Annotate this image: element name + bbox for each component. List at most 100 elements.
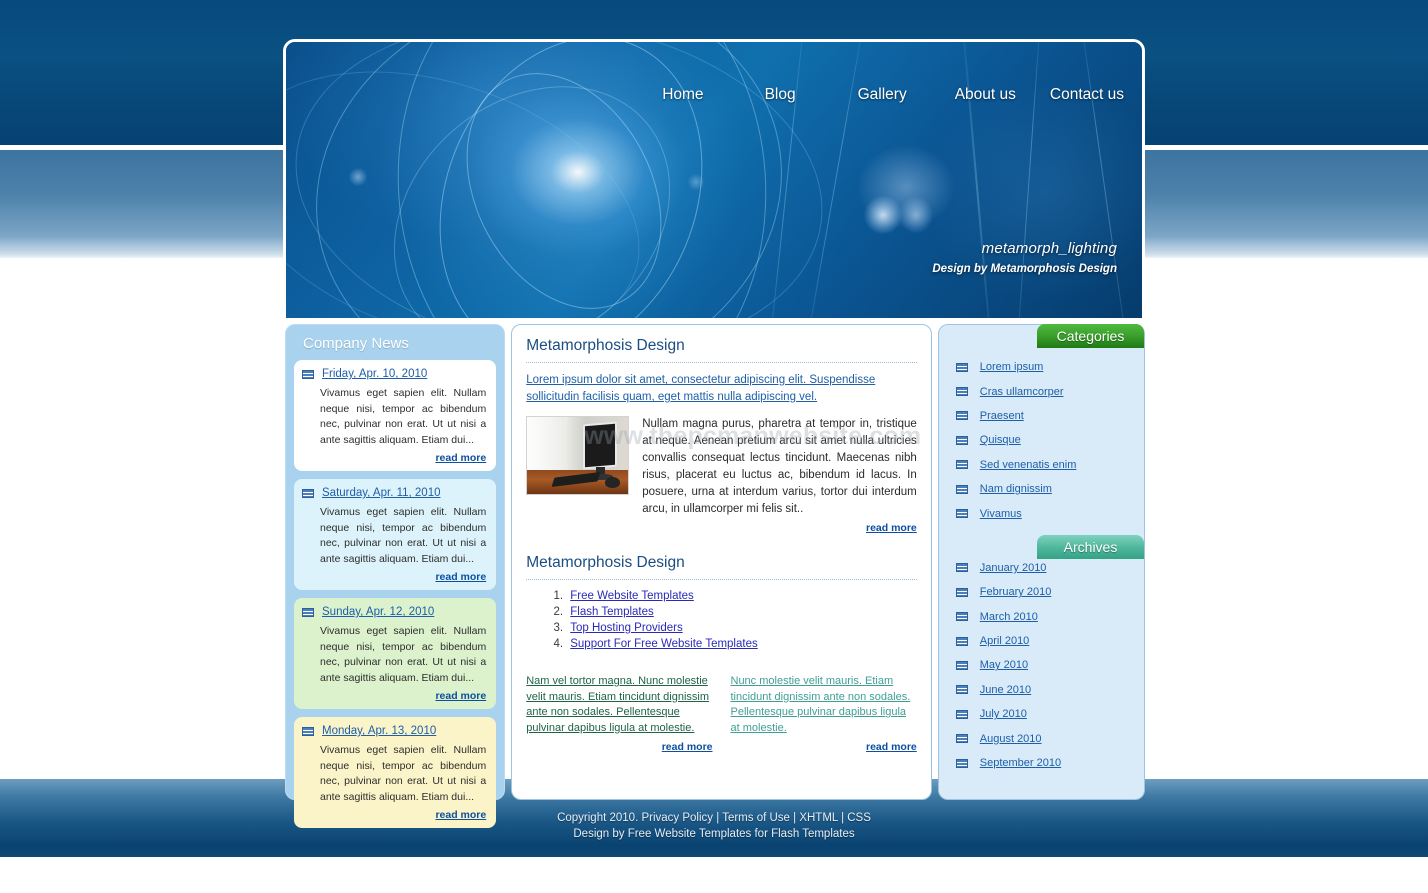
list-item[interactable]: May 2010 <box>939 653 1144 677</box>
nav-item-gallery[interactable]: Gallery <box>858 86 907 104</box>
category-link[interactable]: Quisque <box>980 434 1021 446</box>
archive-link[interactable]: January 2010 <box>980 562 1047 574</box>
teaser-text-left[interactable]: Nam vel tortor magna. Nunc molestie veli… <box>526 674 712 736</box>
list-item[interactable]: February 2010 <box>939 580 1144 604</box>
list-item[interactable]: Top Hosting Providers <box>566 621 917 636</box>
nav-item-about-us[interactable]: About us <box>955 86 1016 104</box>
news-item[interactable]: Saturday, Apr. 11, 2010 Vivamus eget sap… <box>294 479 497 590</box>
list-item[interactable]: June 2010 <box>939 678 1144 702</box>
category-link[interactable]: Lorem ipsum <box>980 361 1044 373</box>
news-item-text: Vivamus eget sapien elit. Nullam neque n… <box>320 744 487 803</box>
list-bullet-icon <box>955 734 968 744</box>
archive-link[interactable]: September 2010 <box>980 757 1061 769</box>
list-item[interactable]: September 2010 <box>939 751 1144 775</box>
teaser-read-more-right[interactable]: read more <box>731 741 917 753</box>
list-item[interactable]: Cras ullamcorper <box>939 379 1144 403</box>
news-item[interactable]: Friday, Apr. 10, 2010 Vivamus eget sapie… <box>294 360 497 471</box>
footer-copyright-line[interactable]: Copyright 2010. Privacy Policy | Terms o… <box>0 810 1428 826</box>
category-link[interactable]: Sed venenatis enim <box>980 459 1077 471</box>
list-item[interactable]: Nam dignissim <box>939 477 1144 501</box>
list-bullet-icon <box>955 587 968 597</box>
news-item[interactable]: Sunday, Apr. 12, 2010 Vivamus eget sapie… <box>294 598 497 709</box>
news-item-text: Vivamus eget sapien elit. Nullam neque n… <box>320 625 487 684</box>
list-item[interactable]: July 2010 <box>939 702 1144 726</box>
category-link[interactable]: Vivamus <box>980 508 1022 520</box>
article-lead-link[interactable]: Lorem ipsum dolor sit amet, consectetur … <box>526 372 917 406</box>
archive-link[interactable]: July 2010 <box>980 708 1027 720</box>
news-item-date[interactable]: Sunday, Apr. 12, 2010 <box>322 606 434 618</box>
news-item-header: Saturday, Apr. 11, 2010 <box>302 487 486 499</box>
article-body-text: Nullam magna purus, pharetra at tempor i… <box>642 418 917 515</box>
list-bullet-icon <box>955 636 968 646</box>
link-top-hosting-providers[interactable]: Top Hosting Providers <box>570 622 683 634</box>
list-item[interactable]: April 2010 <box>939 629 1144 653</box>
list-item[interactable]: March 2010 <box>939 605 1144 629</box>
list-bullet-icon <box>955 435 968 445</box>
teaser-text-right[interactable]: Nunc molestie velit mauris. Etiam tincid… <box>731 674 917 736</box>
list-bullet-icon <box>955 660 968 670</box>
link-free-website-templates[interactable]: Free Website Templates <box>570 590 694 602</box>
list-item[interactable]: Flash Templates <box>566 605 917 620</box>
list-item[interactable]: Free Website Templates <box>566 589 917 604</box>
list-item[interactable]: Sed venenatis enim <box>939 453 1144 477</box>
list-bullet-icon <box>955 411 968 421</box>
list-bullet-icon <box>955 484 968 494</box>
list-item[interactable]: Vivamus <box>939 501 1144 525</box>
archive-link[interactable]: February 2010 <box>980 586 1052 598</box>
banner-ring-decoration <box>382 42 782 318</box>
section-heading-secondary: Metamorphosis Design <box>526 554 685 571</box>
news-read-more-link[interactable]: read more <box>302 690 486 702</box>
category-link[interactable]: Praesent <box>980 410 1024 422</box>
section-heading-primary: Metamorphosis Design <box>526 337 685 354</box>
archives-list: January 2010 February 2010 March 2010 Ap… <box>939 526 1144 776</box>
list-bullet-icon <box>955 362 968 372</box>
site-shell: Home Blog Gallery About us Contact us me… <box>283 39 1145 828</box>
archive-link[interactable]: August 2010 <box>980 733 1042 745</box>
photo-mouse <box>605 477 621 488</box>
link-support-for-free-website-templates[interactable]: Support For Free Website Templates <box>570 638 758 650</box>
nav-item-contact-us[interactable]: Contact us <box>1050 86 1124 104</box>
news-read-more-link[interactable]: read more <box>302 452 486 464</box>
archive-link[interactable]: June 2010 <box>980 684 1031 696</box>
nav-item-home[interactable]: Home <box>662 86 703 104</box>
list-item[interactable]: August 2010 <box>939 726 1144 750</box>
desktop-computer-photo <box>526 416 630 495</box>
content-columns: Company News Friday, Apr. 10, 2010 Vivam… <box>283 324 1145 828</box>
list-item[interactable]: Quisque <box>939 428 1144 452</box>
list-bullet-icon <box>955 612 968 622</box>
news-item-text: Vivamus eget sapien elit. Nullam neque n… <box>320 387 487 446</box>
main-content-panel: Metamorphosis Design Lorem ipsum dolor s… <box>511 324 932 800</box>
list-item[interactable]: Lorem ipsum <box>939 355 1144 379</box>
news-item-date[interactable]: Monday, Apr. 13, 2010 <box>322 725 436 737</box>
news-item-header: Sunday, Apr. 12, 2010 <box>302 606 486 618</box>
banner-light-streak <box>801 42 868 318</box>
article-read-more-link[interactable]: read more <box>526 522 917 534</box>
news-item-date[interactable]: Saturday, Apr. 11, 2010 <box>322 487 441 499</box>
list-item[interactable]: Support For Free Website Templates <box>566 637 917 652</box>
news-item-date[interactable]: Friday, Apr. 10, 2010 <box>322 368 427 380</box>
category-link[interactable]: Cras ullamcorper <box>980 386 1064 398</box>
list-item[interactable]: January 2010 <box>939 556 1144 580</box>
brand-subtitle: Design by Metamorphosis Design <box>932 263 1117 275</box>
resource-link-list: Free Website Templates Flash Templates T… <box>526 589 917 652</box>
list-bullet-icon <box>302 726 314 736</box>
nav-item-blog[interactable]: Blog <box>765 86 796 104</box>
brand-title: metamorph_lighting <box>981 240 1117 257</box>
categories-list: Lorem ipsum Cras ullamcorper Praesent Qu… <box>939 325 1144 526</box>
teaser-read-more-left[interactable]: read more <box>526 741 713 753</box>
list-item[interactable]: Praesent <box>939 404 1144 428</box>
footer-credit-line[interactable]: Design by Free Website Templates for Fla… <box>0 826 1428 842</box>
news-item-header: Monday, Apr. 13, 2010 <box>302 725 486 737</box>
banner-ring-decoration <box>427 42 701 318</box>
archive-link[interactable]: March 2010 <box>980 611 1038 623</box>
archive-link[interactable]: May 2010 <box>980 659 1028 671</box>
teaser-column-left: Nam vel tortor magna. Nunc molestie veli… <box>526 674 712 752</box>
page-root: Home Blog Gallery About us Contact us me… <box>0 0 1428 893</box>
category-link[interactable]: Nam dignissim <box>980 483 1052 495</box>
archive-link[interactable]: April 2010 <box>980 635 1030 647</box>
banner-light-streak <box>766 42 807 318</box>
news-read-more-link[interactable]: read more <box>302 571 486 583</box>
link-flash-templates[interactable]: Flash Templates <box>570 606 654 618</box>
list-bullet-icon <box>955 709 968 719</box>
banner-light-streak <box>959 42 995 318</box>
